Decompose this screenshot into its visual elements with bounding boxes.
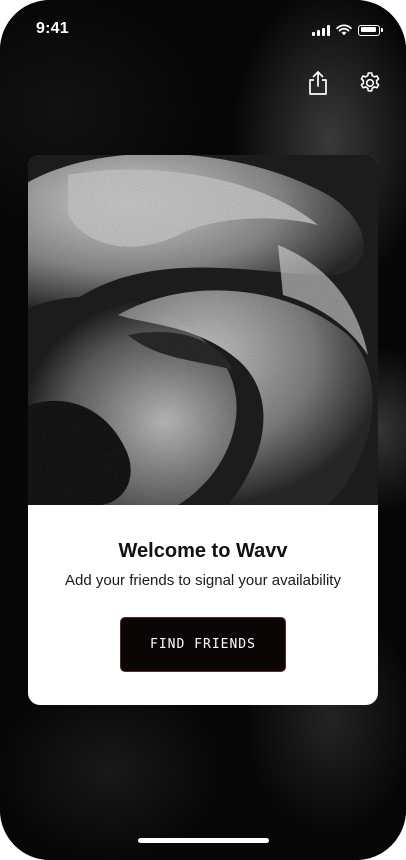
phone-screen: 9:41 Welcome to Wavv Add your friends to…: [0, 0, 406, 860]
welcome-subtitle: Add your friends to signal your availabi…: [65, 572, 341, 589]
welcome-title: Welcome to Wavv: [118, 540, 288, 562]
welcome-card: Welcome to Wavv Add your friends to sign…: [28, 155, 378, 705]
hero-image: [28, 155, 378, 505]
home-indicator[interactable]: [138, 838, 269, 843]
abstract-wave-artwork: [28, 155, 378, 505]
settings-button[interactable]: [355, 68, 385, 98]
cellular-signal-icon: [312, 24, 330, 36]
status-time: 9:41: [36, 20, 69, 37]
status-icons: [312, 24, 383, 36]
share-icon: [309, 71, 327, 95]
wifi-icon: [336, 24, 352, 36]
battery-icon: [358, 24, 383, 36]
settings-gear-icon: [360, 72, 380, 92]
share-button[interactable]: [303, 68, 333, 98]
status-bar: 9:41: [0, 0, 406, 60]
find-friends-button[interactable]: FIND FRIENDS: [120, 617, 286, 672]
